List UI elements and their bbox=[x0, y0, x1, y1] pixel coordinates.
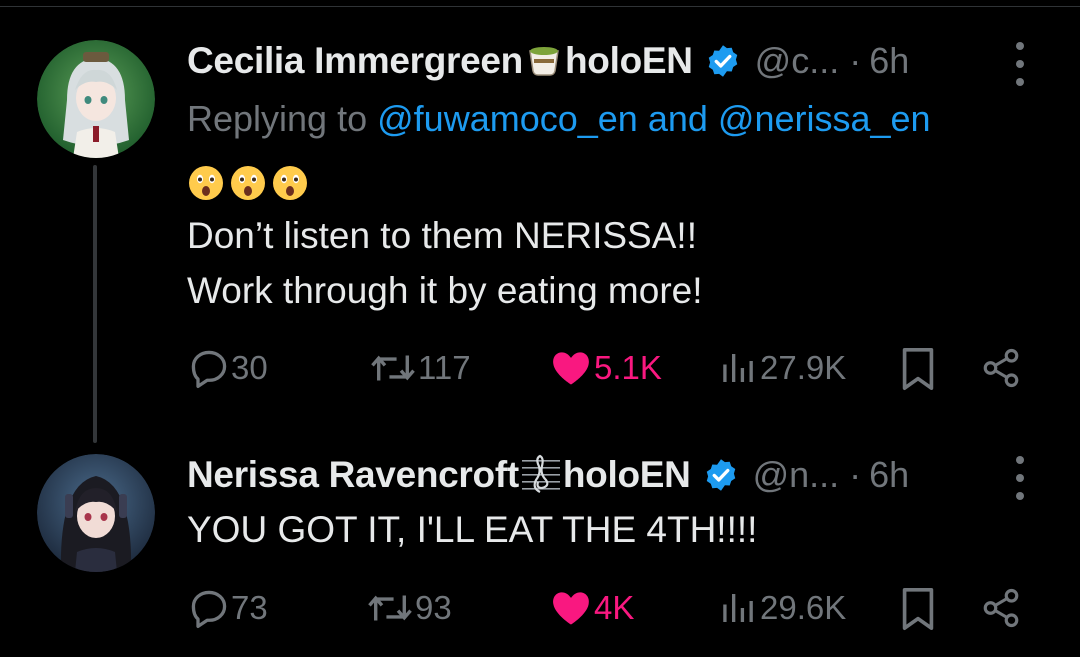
heart-filled-icon bbox=[553, 592, 589, 625]
tweet-header: Cecilia Immergreen holoEN @c... · 6h bbox=[187, 36, 909, 86]
view-count: 27.9K bbox=[760, 349, 847, 386]
reply-count: 30 bbox=[231, 349, 268, 386]
timestamp[interactable]: 6h bbox=[869, 454, 909, 496]
timestamp[interactable]: 6h bbox=[869, 40, 909, 82]
astonished-face-icon bbox=[231, 166, 265, 200]
reply-icon bbox=[191, 350, 227, 388]
reply-count: 73 bbox=[231, 589, 268, 626]
share-icon bbox=[983, 588, 1019, 628]
like-count: 5.1K bbox=[594, 349, 662, 386]
tweet-text: Don’t listen to them NERISSA!! Work thro… bbox=[187, 208, 703, 318]
display-name-suffix: holoEN bbox=[564, 40, 693, 81]
share-button[interactable] bbox=[980, 586, 1022, 630]
reply-button[interactable]: 30 bbox=[187, 346, 268, 390]
astonished-face-icon bbox=[273, 166, 307, 200]
share-button[interactable] bbox=[980, 346, 1022, 390]
repost-button[interactable]: 117 bbox=[368, 346, 471, 390]
replying-and: and bbox=[647, 98, 708, 139]
views-icon bbox=[723, 594, 753, 622]
repost-count: 93 bbox=[415, 589, 452, 626]
more-options-icon[interactable] bbox=[1010, 456, 1030, 500]
separator: · bbox=[849, 454, 862, 495]
astonished-face-icon bbox=[189, 166, 223, 200]
avatar-cecilia[interactable] bbox=[37, 40, 155, 158]
reply-icon bbox=[191, 590, 227, 628]
views-button[interactable]: 29.6K bbox=[718, 586, 846, 630]
musical-score-icon bbox=[520, 452, 562, 499]
verified-badge-icon[interactable] bbox=[705, 43, 741, 79]
handle[interactable]: @n... bbox=[753, 454, 840, 496]
like-count: 4K bbox=[594, 589, 635, 626]
handle[interactable]: @c... bbox=[755, 40, 840, 82]
separator: · bbox=[849, 40, 862, 81]
bookmark-button[interactable] bbox=[898, 586, 938, 632]
action-bar: 73 93 4K 29.6K bbox=[0, 584, 1080, 634]
display-name[interactable]: Nerissa Ravencroft bbox=[187, 454, 519, 496]
tweet-text-line: YOU GOT IT, I'LL EAT THE 4TH!!!! bbox=[187, 509, 758, 550]
heart-filled-icon bbox=[553, 352, 589, 385]
views-button[interactable]: 27.9K bbox=[718, 346, 846, 390]
tweet-text-line: Work through it by eating more! bbox=[187, 270, 703, 311]
tweet-cecilia[interactable]: Cecilia Immergreen holoEN @c... · 6h Rep… bbox=[0, 0, 1080, 440]
repost-icon bbox=[368, 595, 412, 621]
repost-icon bbox=[371, 355, 415, 381]
more-options-icon[interactable] bbox=[1010, 42, 1030, 86]
share-icon bbox=[983, 348, 1019, 388]
display-name[interactable]: Cecilia Immergreen bbox=[187, 40, 523, 82]
display-name-suffix: holoEN bbox=[562, 454, 691, 495]
bookmark-button[interactable] bbox=[898, 346, 938, 392]
repost-button[interactable]: 93 bbox=[365, 586, 452, 630]
bookmark-icon bbox=[902, 348, 934, 390]
tweet-header: Nerissa Ravencroft holoEN @n... · 6h bbox=[187, 450, 909, 500]
like-button[interactable]: 4K bbox=[548, 586, 634, 630]
tweet-text-line: Don’t listen to them NERISSA!! bbox=[187, 215, 697, 256]
view-count: 29.6K bbox=[760, 589, 847, 626]
emoji-row bbox=[187, 164, 309, 202]
mention-fuwamoco[interactable]: @fuwamoco_en bbox=[377, 98, 638, 139]
avatar-nerissa[interactable] bbox=[37, 454, 155, 572]
mention-nerissa[interactable]: @nerissa_en bbox=[718, 98, 931, 139]
tea-cup-icon bbox=[524, 39, 564, 84]
replying-label: Replying to bbox=[187, 98, 368, 139]
verified-badge-icon[interactable] bbox=[703, 457, 739, 493]
views-icon bbox=[723, 354, 753, 382]
replying-to: Replying to @fuwamoco_en and @nerissa_en bbox=[187, 98, 931, 140]
action-bar: 30 117 5.1K 27.9K bbox=[0, 344, 1080, 394]
repost-count: 117 bbox=[418, 349, 471, 386]
like-button[interactable]: 5.1K bbox=[548, 346, 662, 390]
bookmark-icon bbox=[902, 588, 934, 630]
tweet-text: YOU GOT IT, I'LL EAT THE 4TH!!!! bbox=[187, 502, 757, 557]
reply-button[interactable]: 73 bbox=[187, 586, 268, 630]
